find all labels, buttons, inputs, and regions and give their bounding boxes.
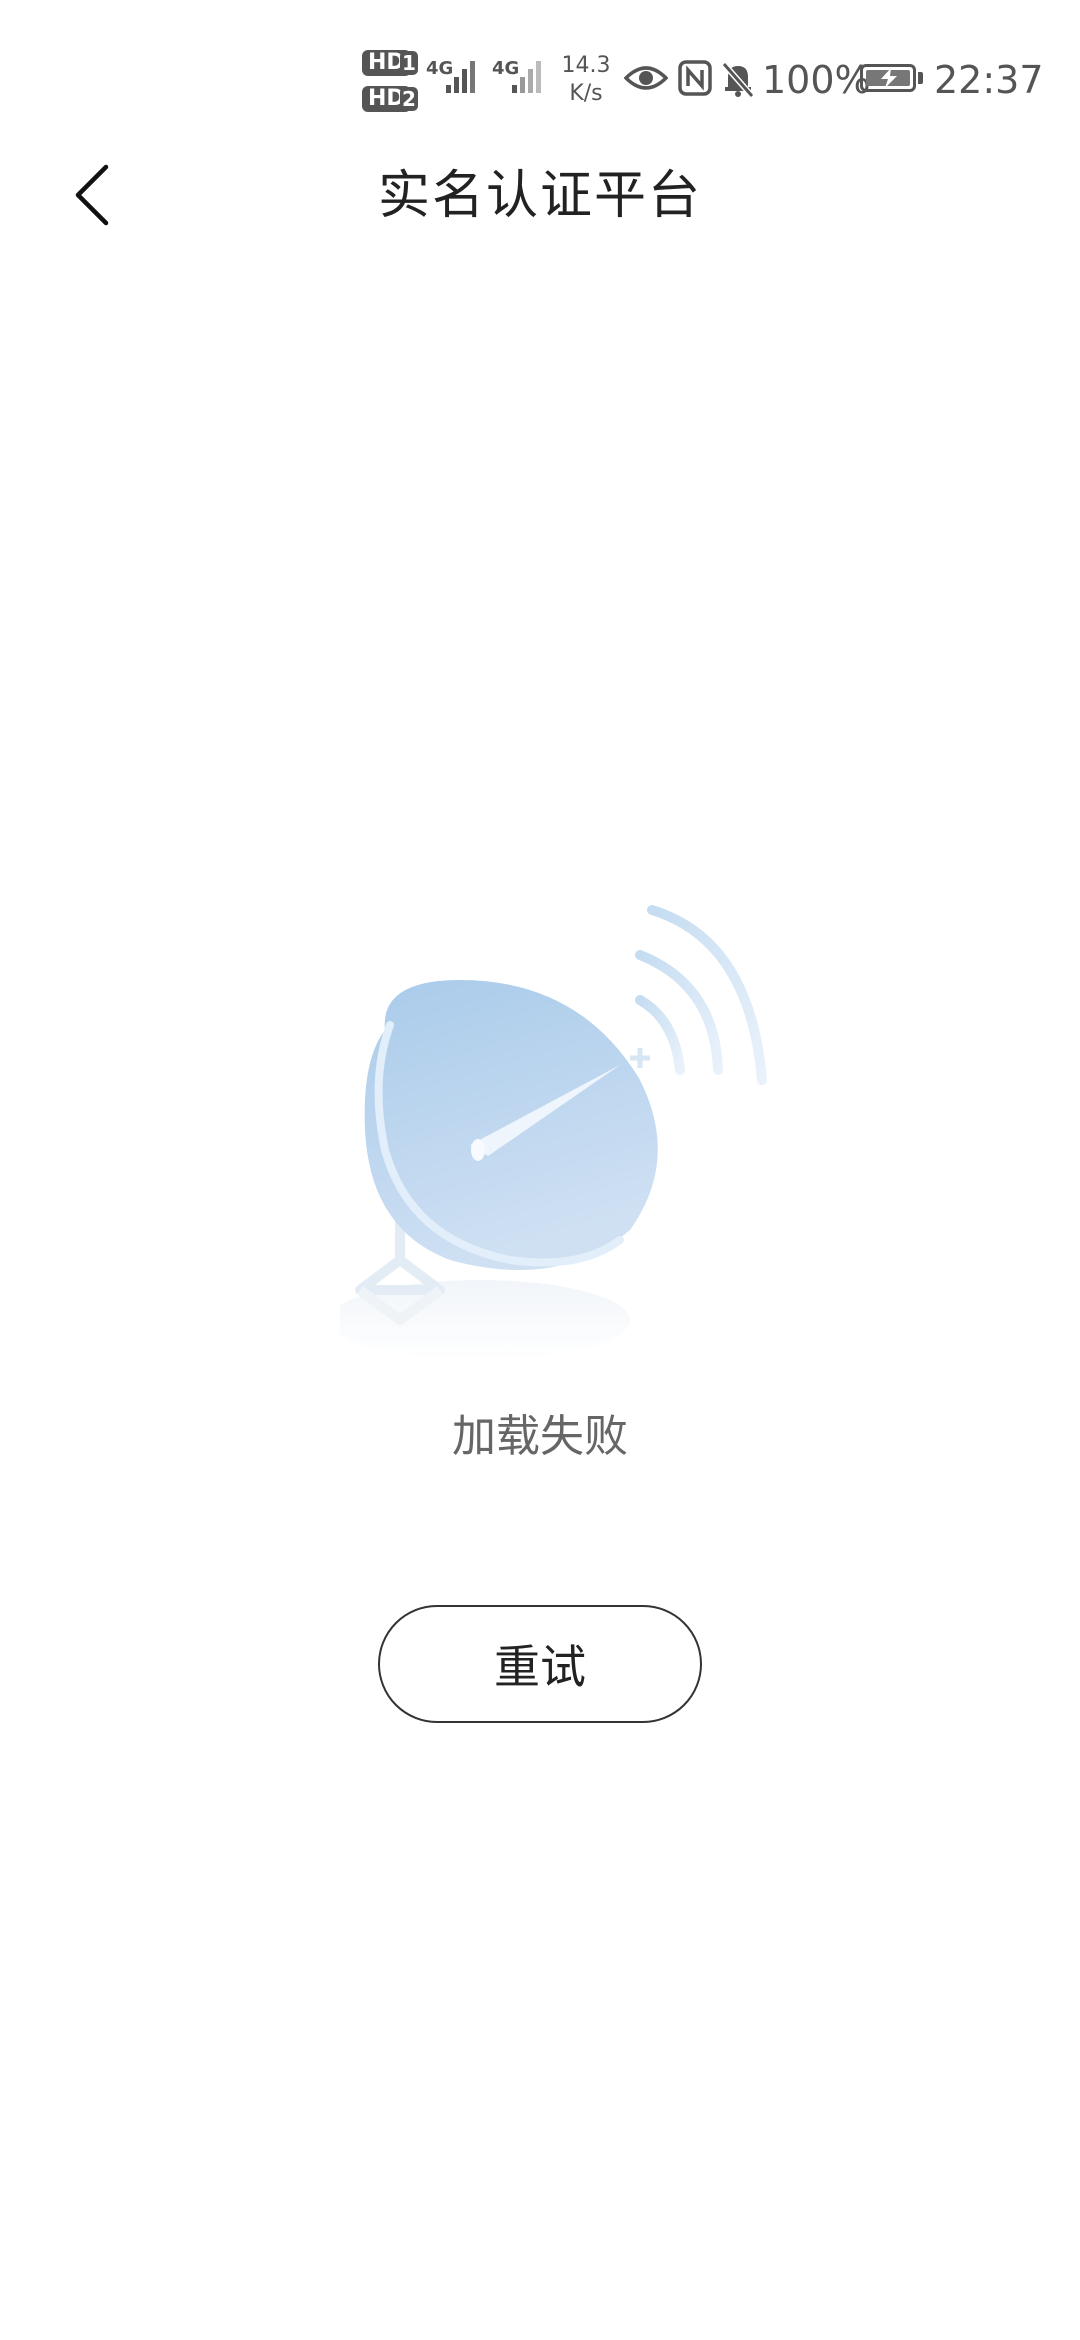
error-message: 加载失败 — [452, 1411, 628, 1462]
signal-icon — [446, 61, 475, 93]
speed-unit: K/s — [569, 81, 603, 106]
status-time: 22:37 — [934, 58, 1044, 102]
eye-icon — [624, 66, 668, 90]
sim2-number: 2 — [400, 87, 418, 111]
battery-charging-icon — [860, 64, 916, 92]
page-title: 实名认证平台 — [377, 166, 702, 226]
signal-icon-2 — [512, 61, 541, 93]
satellite-dish-icon — [340, 905, 767, 1360]
network-speed: 14.3 K/s — [556, 52, 616, 108]
battery-percent: 100% — [762, 58, 871, 102]
sim1-number: 1 — [400, 51, 418, 75]
retry-button[interactable]: 重试 — [378, 1605, 702, 1723]
battery-tip — [918, 72, 923, 84]
nfc-icon — [678, 60, 712, 96]
status-bar: HD 1 HD 2 4G 4G 14.3 K/s 100% 22:37 — [0, 0, 1080, 150]
bell-muted-icon — [721, 62, 755, 98]
speed-value: 14.3 — [561, 53, 611, 78]
